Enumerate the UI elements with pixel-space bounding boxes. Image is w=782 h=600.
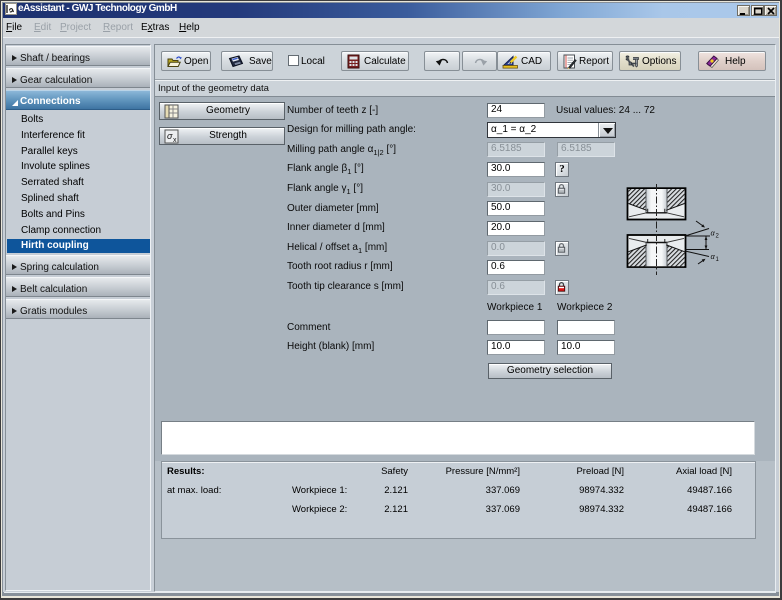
svg-text:x: x: [173, 137, 177, 144]
